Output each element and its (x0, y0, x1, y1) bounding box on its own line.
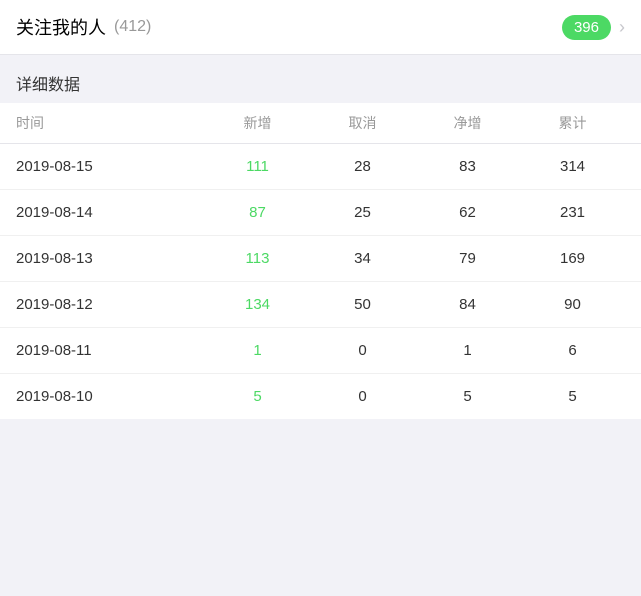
header-left: 关注我的人 (412) (16, 14, 151, 40)
cell-net: 5 (415, 388, 520, 405)
col-header-total: 累计 (520, 113, 625, 133)
cell-new: 1 (205, 342, 310, 359)
cell-net: 79 (415, 250, 520, 267)
header-count: (412) (114, 18, 151, 36)
header: 关注我的人 (412) 396 › (0, 0, 641, 55)
cell-date: 2019-08-15 (16, 158, 205, 175)
cell-cancel: 0 (310, 388, 415, 405)
cell-total: 231 (520, 204, 625, 221)
cell-date: 2019-08-12 (16, 296, 205, 313)
col-header-new: 新增 (205, 113, 310, 133)
table-row: 2019-08-151112883314 (0, 144, 641, 190)
cell-total: 314 (520, 158, 625, 175)
cell-new: 5 (205, 388, 310, 405)
cell-total: 6 (520, 342, 625, 359)
cell-date: 2019-08-14 (16, 204, 205, 221)
cell-net: 1 (415, 342, 520, 359)
table-body: 2019-08-1511128833142019-08-148725622312… (0, 144, 641, 419)
cell-cancel: 25 (310, 204, 415, 221)
table-row: 2019-08-12134508490 (0, 282, 641, 328)
header-title: 关注我的人 (16, 14, 106, 40)
cell-date: 2019-08-13 (16, 250, 205, 267)
cell-net: 84 (415, 296, 520, 313)
follower-badge: 396 (562, 15, 611, 40)
cell-cancel: 34 (310, 250, 415, 267)
cell-date: 2019-08-11 (16, 342, 205, 359)
cell-new: 134 (205, 296, 310, 313)
cell-net: 83 (415, 158, 520, 175)
table-row: 2019-08-105055 (0, 374, 641, 419)
table-container: 时间 新增 取消 净增 累计 2019-08-1511128833142019-… (0, 103, 641, 419)
table-row: 2019-08-111016 (0, 328, 641, 374)
cell-new: 87 (205, 204, 310, 221)
col-header-cancel: 取消 (310, 113, 415, 133)
cell-net: 62 (415, 204, 520, 221)
chevron-right-icon[interactable]: › (619, 17, 625, 38)
cell-total: 169 (520, 250, 625, 267)
cell-date: 2019-08-10 (16, 388, 205, 405)
cell-new: 111 (205, 158, 310, 175)
cell-total: 90 (520, 296, 625, 313)
section-header: 详细数据 (0, 55, 641, 103)
table-header-row: 时间 新增 取消 净增 累计 (0, 103, 641, 144)
cell-total: 5 (520, 388, 625, 405)
col-header-net: 净增 (415, 113, 520, 133)
cell-cancel: 0 (310, 342, 415, 359)
cell-cancel: 50 (310, 296, 415, 313)
table-row: 2019-08-14872562231 (0, 190, 641, 236)
table-row: 2019-08-131133479169 (0, 236, 641, 282)
cell-new: 113 (205, 250, 310, 267)
cell-cancel: 28 (310, 158, 415, 175)
col-header-date: 时间 (16, 113, 205, 133)
header-right[interactable]: 396 › (562, 15, 625, 40)
